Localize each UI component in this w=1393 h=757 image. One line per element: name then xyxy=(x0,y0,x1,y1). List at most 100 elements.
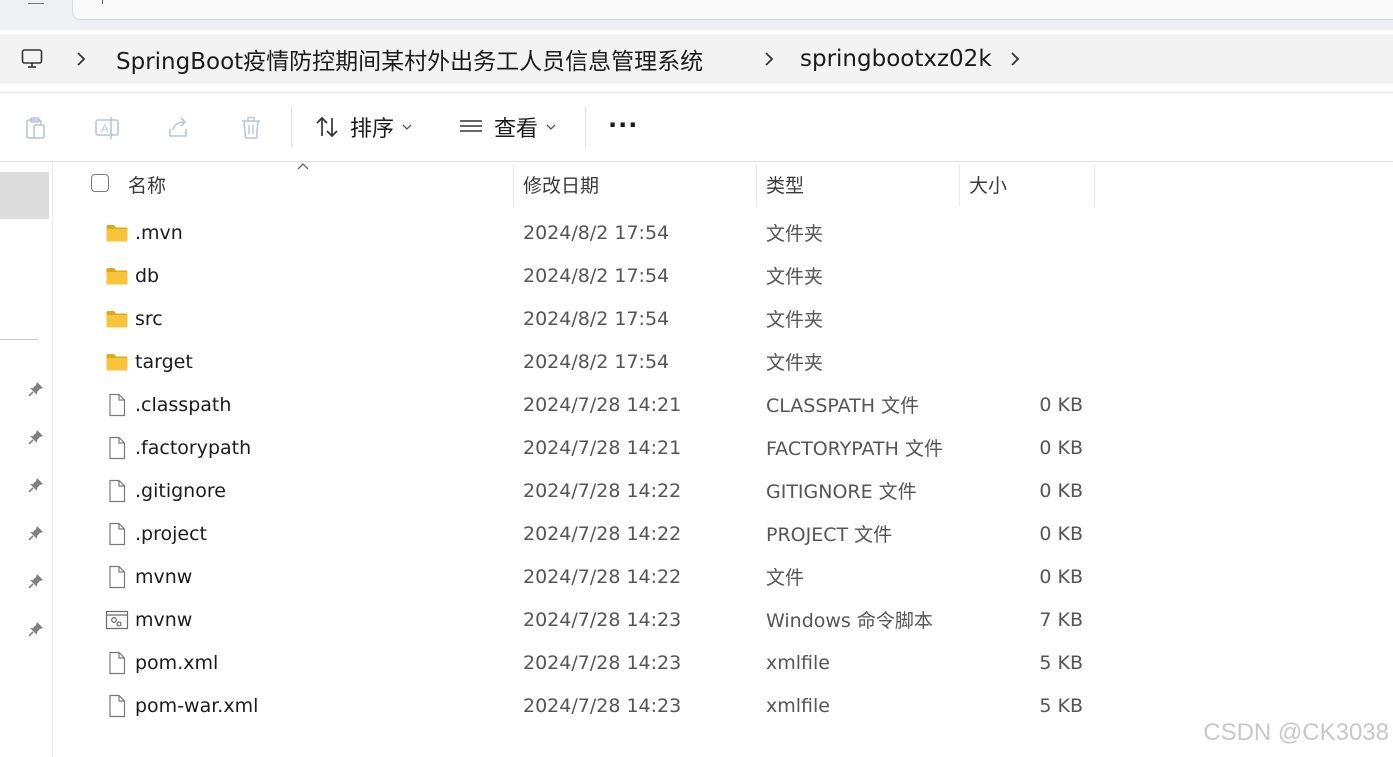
column-header-type[interactable]: 类型 xyxy=(766,162,804,206)
breadcrumb[interactable]: SpringBoot疫情防控期间某村外出务工人员信息管理系统 springboo… xyxy=(0,34,1393,84)
nav-selected-item[interactable] xyxy=(0,172,49,219)
file-modified-date: 2024/8/2 17:54 xyxy=(523,221,670,244)
file-icon xyxy=(105,436,129,460)
file-size: 5 KB xyxy=(1039,651,1083,674)
file-type: xmlfile xyxy=(766,651,830,674)
file-row[interactable]: src 2024/8/2 17:54 文件夹 xyxy=(53,297,1393,340)
file-row[interactable]: .classpath 2024/7/28 14:21 CLASSPATH 文件 0 K… xyxy=(53,383,1393,426)
file-name: mvnw xyxy=(135,608,193,631)
pin-icon[interactable] xyxy=(27,620,45,638)
file-type: CLASSPATH 文件 xyxy=(766,395,920,417)
computer-icon[interactable] xyxy=(20,47,44,71)
file-row[interactable]: db 2024/8/2 17:54 文件夹 xyxy=(53,254,1393,297)
file-name: target xyxy=(135,350,193,373)
file-modified-date: 2024/8/2 17:54 xyxy=(523,264,670,287)
svg-text:A: A xyxy=(101,123,109,135)
pin-icon[interactable] xyxy=(27,572,45,590)
chevron-right-icon[interactable] xyxy=(74,49,88,69)
navigation-pane xyxy=(0,162,53,757)
file-row[interactable]: mvnw 2024/7/28 14:23 Windows 命令脚本 7 KB xyxy=(53,598,1393,641)
file-row[interactable]: target 2024/8/2 17:54 文件夹 xyxy=(53,340,1393,383)
file-icon xyxy=(105,522,129,546)
watermark: CSDN @CK3038 xyxy=(1203,719,1389,746)
file-row[interactable]: pom.xml 2024/7/28 14:23 xmlfile 5 KB xyxy=(53,641,1393,684)
file-size xyxy=(959,211,1083,254)
file-type: FACTORYPATH 文件 xyxy=(766,438,943,460)
pin-icon[interactable] xyxy=(27,476,45,494)
sort-icon xyxy=(316,116,338,138)
sort-button[interactable]: 排序 xyxy=(314,109,422,145)
file-type: 文件夹 xyxy=(766,352,824,374)
file-name: db xyxy=(135,264,160,287)
breadcrumb-item-folder[interactable]: springbootxz02k xyxy=(800,34,992,84)
column-separator[interactable] xyxy=(959,164,960,206)
delete-icon[interactable] xyxy=(238,115,264,141)
file-modified-date: 2024/7/28 14:22 xyxy=(523,522,682,545)
command-bar: A 排序 查看 ··· xyxy=(0,93,1393,162)
view-button[interactable]: 查看 xyxy=(458,109,566,145)
file-type: xmlfile xyxy=(766,694,830,717)
folder-icon xyxy=(105,221,129,245)
nav-divider xyxy=(0,339,38,340)
more-options-button[interactable]: ··· xyxy=(608,107,638,143)
file-name: .project xyxy=(135,522,207,545)
file-size xyxy=(959,340,1083,383)
column-header-size[interactable]: 大小 xyxy=(969,162,1007,206)
share-icon[interactable] xyxy=(166,115,192,141)
file-modified-date: 2024/8/2 17:54 xyxy=(523,350,670,373)
column-separator[interactable] xyxy=(756,164,757,206)
file-modified-date: 2024/7/28 14:21 xyxy=(523,393,682,416)
tab-strip xyxy=(0,0,1393,30)
file-size xyxy=(959,297,1083,340)
file-modified-date: 2024/7/28 14:23 xyxy=(523,608,682,631)
file-size: 7 KB xyxy=(1039,608,1083,631)
select-all-checkbox[interactable] xyxy=(91,174,109,192)
column-header-date[interactable]: 修改日期 xyxy=(523,162,599,206)
file-type: Windows 命令脚本 xyxy=(766,610,933,632)
script-icon xyxy=(105,608,129,632)
file-size: 0 KB xyxy=(1039,393,1083,416)
file-modified-date: 2024/7/28 14:23 xyxy=(523,694,682,717)
toolbar-divider xyxy=(291,107,292,147)
file-type: PROJECT 文件 xyxy=(766,524,893,546)
breadcrumb-item-project[interactable]: SpringBoot疫情防控期间某村外出务工人员信息管理系统 xyxy=(116,34,703,84)
file-row[interactable]: mvnw 2024/7/28 14:22 文件 0 KB xyxy=(53,555,1393,598)
chevron-right-icon[interactable] xyxy=(762,49,776,69)
pin-icon[interactable] xyxy=(27,524,45,542)
chevron-down-icon xyxy=(402,124,412,130)
file-type: 文件夹 xyxy=(766,266,824,288)
file-name: pom-war.xml xyxy=(135,694,259,717)
tab-icon xyxy=(28,0,44,4)
paste-icon[interactable] xyxy=(22,115,48,141)
column-separator[interactable] xyxy=(513,164,514,206)
chevron-right-icon[interactable] xyxy=(1008,49,1022,69)
file-modified-date: 2024/7/28 14:22 xyxy=(523,565,682,588)
file-row[interactable]: .project 2024/7/28 14:22 PROJECT 文件 0 KB xyxy=(53,512,1393,555)
file-row[interactable]: pom-war.xml 2024/7/28 14:23 xmlfile 5 KB xyxy=(53,684,1393,727)
file-row[interactable]: .factorypath 2024/7/28 14:21 FACTORYPATH 文… xyxy=(53,426,1393,469)
file-modified-date: 2024/7/28 14:23 xyxy=(523,651,682,674)
file-icon xyxy=(105,565,129,589)
new-tab-icon[interactable] xyxy=(102,0,103,4)
file-name: pom.xml xyxy=(135,651,219,674)
pin-icon[interactable] xyxy=(27,428,45,446)
file-name: .factorypath xyxy=(135,436,252,459)
file-type: 文件夹 xyxy=(766,223,824,245)
pin-icon[interactable] xyxy=(27,380,45,398)
file-row[interactable]: .gitignore 2024/7/28 14:22 GITIGNORE 文件 0 K… xyxy=(53,469,1393,512)
file-size: 0 KB xyxy=(1039,436,1083,459)
file-size: 5 KB xyxy=(1039,694,1083,717)
address-bar: SpringBoot疫情防控期间某村外出务工人员信息管理系统 springboo… xyxy=(0,30,1393,93)
column-separator[interactable] xyxy=(1094,164,1095,206)
column-header-name[interactable]: 名称 xyxy=(128,162,166,206)
file-type: 文件夹 xyxy=(766,309,824,331)
file-type: 文件 xyxy=(766,567,805,589)
file-icon xyxy=(105,479,129,503)
file-name: src xyxy=(135,307,163,330)
active-tab[interactable] xyxy=(72,0,1393,20)
file-row[interactable]: .mvn 2024/8/2 17:54 文件夹 xyxy=(53,211,1393,254)
rename-icon[interactable]: A xyxy=(94,115,120,141)
file-modified-date: 2024/8/2 17:54 xyxy=(523,307,670,330)
file-list: 名称 修改日期 类型 大小 .mvn 2024/8/2 17:54 文件夹 db 202… xyxy=(53,162,1393,757)
file-size: 0 KB xyxy=(1039,565,1083,588)
